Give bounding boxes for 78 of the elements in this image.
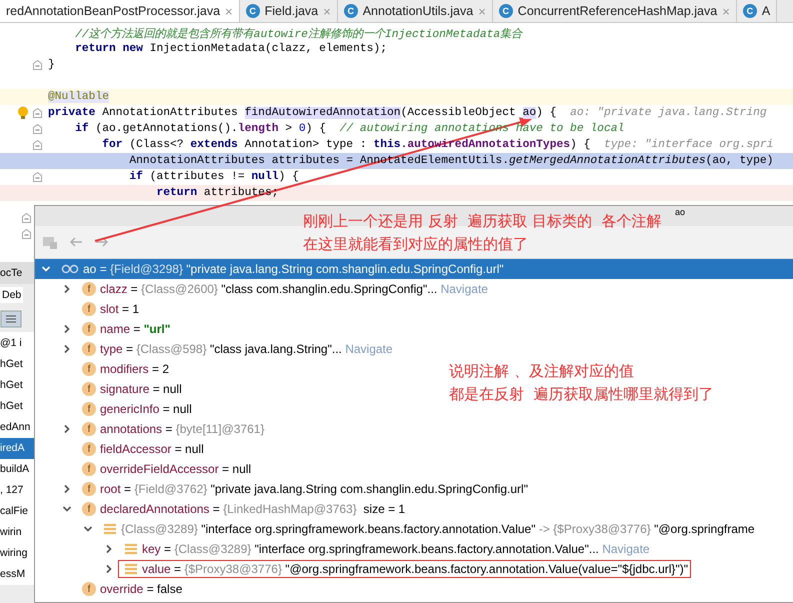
stack-frame[interactable]: , 127 (0, 480, 34, 501)
code-line: } (48, 59, 55, 71)
class-icon: C (344, 4, 358, 18)
variable-value: type = {Class@598} "class java.lang.String"... Navigate (100, 342, 393, 356)
code-line: return new InjectionMetadata(clazz, elements); (74, 43, 387, 55)
editor-tab[interactable]: C Field.java × (240, 0, 338, 22)
fold-icon[interactable] (33, 140, 42, 150)
fold-icon[interactable] (33, 108, 42, 118)
tab-label: ConcurrentReferenceHashMap.java (518, 4, 718, 18)
stack-frame[interactable]: essM (0, 564, 34, 585)
fold-icon[interactable] (33, 124, 42, 134)
list-icon (124, 563, 138, 575)
fold-icon[interactable] (22, 213, 31, 223)
thread-selector[interactable]: @1 i (0, 332, 34, 354)
list-icon (124, 543, 138, 555)
field-icon: f (82, 422, 96, 436)
variable-value: clazz = {Class@2600} "class com.shanglin.edu.SpringConfig"... Navigate (100, 282, 488, 296)
class-icon: C (498, 4, 513, 18)
field-icon: f (82, 402, 96, 416)
tab-label: A (762, 4, 770, 18)
variable-value: modifiers = 2 (100, 362, 170, 376)
code-line: if (attributes != null) { (128, 171, 299, 183)
field-icon: f (82, 342, 96, 356)
class-icon: C (742, 4, 757, 18)
debugger-tab[interactable]: Deb (0, 287, 24, 303)
editor-tab[interactable]: C AnnotationUtils.java × (338, 0, 493, 22)
fold-icon[interactable] (33, 172, 42, 182)
tab-label: AnnotationUtils.java (362, 4, 474, 18)
fold-icon[interactable] (33, 60, 42, 70)
list-icon[interactable] (0, 309, 22, 329)
field-icon: f (82, 482, 96, 496)
editor-tab[interactable]: redAnnotationBeanPostProcessor.java × (0, 0, 240, 22)
tab-label: redAnnotationBeanPostProcessor.java (6, 4, 220, 18)
variable-value: root = {Field@3762} "private java.lang.String com.shanglin.edu.SpringConfig.url" (100, 482, 528, 496)
variable-value: key = {Class@3289} "interface org.springframework.beans.factory.annotation.Value"... Navigate (142, 542, 650, 556)
field-icon: f (82, 282, 96, 296)
selected-row[interactable]: ao = {Field@3298} "private java.lang.String com.shanglin.edu.SpringConfig.url" (35, 259, 793, 279)
code-line: //这个方法返回的就是包含所有带有autowire注解修饰的一个InjectionMetadata集合 (74, 26, 522, 40)
stack-frame[interactable]: hGet (0, 375, 34, 396)
stack-frame[interactable]: calFie (0, 501, 34, 522)
variable-value: slot = 1 (100, 302, 140, 316)
stack-frame[interactable]: edAnn (0, 417, 34, 438)
field-icon: f (82, 502, 96, 516)
variable-value: declaredAnnotations = {LinkedHashMap@3763} size = 1 (100, 502, 406, 516)
field-icon: f (82, 582, 96, 596)
tool-window-title: ocTe (0, 262, 34, 284)
variable-value: annotations = {byte[11]@3761} (100, 422, 264, 436)
annotation-note: 刚刚上一个还是用 反射 遍历获取 目标类的 各个注解 在这里就能看到对应的属性的值了 (303, 211, 662, 255)
variable-value: signature = null (100, 382, 182, 396)
stack-frame[interactable]: hGet (0, 354, 34, 375)
annotation-note: 说明注解 、及注解对应的值 都是在反射 遍历获取属性哪里就得到了 (449, 361, 714, 405)
glasses-icon (61, 263, 79, 275)
field-icon: f (82, 302, 96, 316)
stack-frame[interactable]: wirin (0, 522, 34, 543)
lightbulb-icon[interactable] (17, 106, 29, 120)
variable-value: ao = {Field@3298} "private java.lang.String com.shanglin.edu.SpringConfig.url" (83, 262, 504, 276)
field-icon: f (82, 462, 96, 476)
stack-frame[interactable]: iredA (0, 438, 34, 459)
variable-value: value = {$Proxy38@3776} "@org.springframework.beans.factory.annotation.Value(value="${jdbc.url}")" (142, 562, 688, 576)
field-icon: f (82, 382, 96, 396)
stack-frame[interactable]: wiring (0, 543, 34, 564)
tab-label: Field.java (264, 4, 318, 18)
stack-frame[interactable]: hGet (0, 396, 34, 417)
variable-value: {Class@3289} "interface org.springframework.beans.factory.annotation.Value" -> {$Proxy38@3776} "@org.springframe (121, 522, 755, 536)
code-line: private AnnotationAttributes findAutowiredAnnotation(AccessibleObject ao) { ao: "private java.lang.String (48, 107, 767, 119)
variable-value: overrideFieldAccessor = null (100, 462, 252, 476)
popup-title: ao (675, 207, 686, 217)
variable-value: override = false (100, 582, 182, 596)
variable-value: genericInfo = null (100, 402, 192, 416)
fold-icon[interactable] (22, 229, 31, 239)
stack-frame[interactable]: buildA (0, 459, 34, 480)
variable-value: fieldAccessor = null (100, 442, 204, 456)
field-icon: f (82, 362, 96, 376)
variable-value: name = "url" (100, 322, 170, 336)
field-icon: f (82, 442, 96, 456)
field-icon: f (82, 322, 96, 336)
list-icon (103, 523, 117, 535)
class-icon: C (246, 4, 260, 18)
